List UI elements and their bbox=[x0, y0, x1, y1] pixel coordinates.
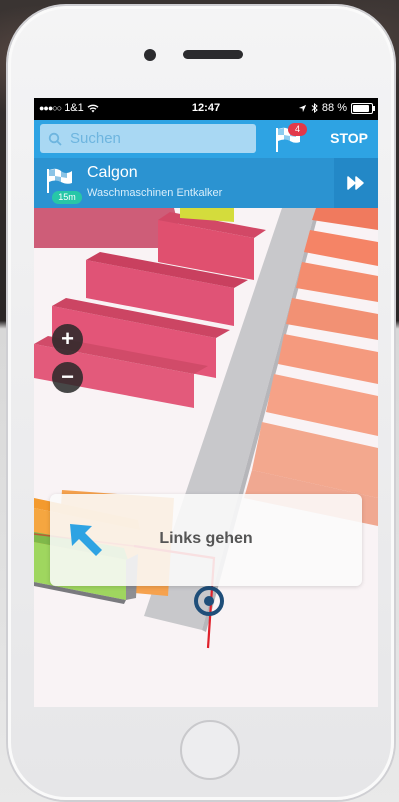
location-arrow-icon bbox=[298, 104, 307, 112]
zoom-out-button[interactable]: − bbox=[52, 362, 83, 393]
search-input[interactable] bbox=[68, 129, 242, 148]
instruction-text: Links gehen bbox=[159, 530, 253, 547]
earpiece-speaker bbox=[183, 50, 243, 59]
search-icon bbox=[48, 132, 62, 146]
fast-forward-icon bbox=[347, 176, 364, 190]
instruction-card: Links gehen bbox=[50, 494, 362, 586]
search-field[interactable] bbox=[40, 124, 256, 153]
front-camera bbox=[144, 49, 156, 61]
battery-icon bbox=[351, 102, 375, 114]
destination-name: Calgon bbox=[87, 164, 138, 181]
indoor-map[interactable]: + − Links gehen inways bbox=[34, 208, 378, 707]
app-screen: ●●●○○ 1&1 12:47 88 % Suchen 4 STOP 15m C… bbox=[34, 98, 378, 707]
skip-button[interactable] bbox=[334, 158, 378, 208]
user-location-marker bbox=[194, 586, 224, 616]
notification-badge: 4 bbox=[288, 123, 307, 136]
home-button[interactable] bbox=[180, 720, 240, 780]
eta-badge: 15m bbox=[52, 191, 82, 204]
stop-button[interactable]: STOP bbox=[330, 130, 368, 146]
route-bar[interactable]: 15m Calgon Waschmaschinen Entkalker bbox=[34, 158, 378, 208]
zoom-in-button[interactable]: + bbox=[52, 324, 83, 355]
battery-percentage: 88 % bbox=[321, 102, 347, 114]
map-canvas[interactable] bbox=[34, 208, 378, 707]
bluetooth-icon bbox=[311, 103, 318, 113]
status-right: 88 % bbox=[298, 102, 375, 114]
status-bar: ●●●○○ 1&1 12:47 88 % bbox=[34, 98, 378, 120]
app-bar: 4 STOP bbox=[34, 120, 378, 158]
battery-fill bbox=[353, 104, 369, 112]
destination-subtitle: Waschmaschinen Entkalker bbox=[87, 187, 223, 199]
